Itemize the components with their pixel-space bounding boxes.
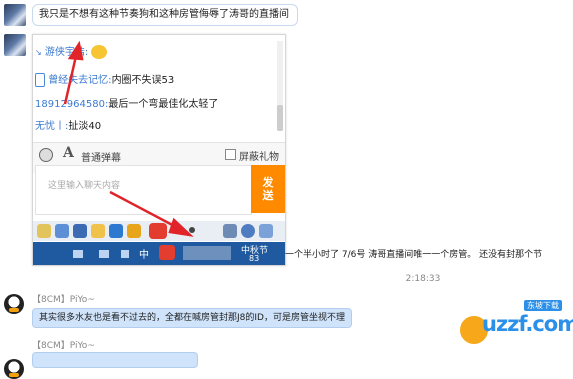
sender-avatar[interactable] (4, 294, 24, 314)
message-bubble (32, 352, 198, 368)
chat-username: 曾经失去记忆: (48, 75, 112, 86)
watermark-logo: uzzf.com 东坡下载 (458, 300, 573, 346)
tool-icon-bar (33, 221, 285, 241)
emoji-icon[interactable] (39, 148, 53, 162)
chat-line: 无忧丨:扯淡40 (35, 117, 101, 132)
message-bubble: 我只是不想有这种节奏狗和这种房管侮辱了涛哥的直播间 (32, 4, 298, 26)
message-text: 我只是不想有这种节奏狗和这种房管侮辱了涛哥的直播间 (39, 9, 289, 20)
chat-line: 曾经失去记忆:内圈不失误53 (35, 71, 174, 87)
taskbar: 中 中秋节 83 (33, 242, 285, 265)
chat-username: 18912964580: (35, 99, 109, 110)
app-icon[interactable] (127, 224, 141, 238)
sender-name: 【8CM】PiYo~ (32, 341, 95, 351)
block-gift-checkbox[interactable] (225, 149, 236, 160)
keyboard-icon[interactable] (223, 224, 237, 238)
watermark-tag: 东坡下载 (524, 300, 562, 311)
chat-line: ↘ 游侠宇浩: (35, 43, 108, 59)
chat-username: 游侠宇浩: (44, 47, 89, 58)
shirt-icon[interactable] (259, 224, 273, 238)
chat-text: 最后一个弯最佳化太轻了 (108, 99, 219, 110)
send-button[interactable]: 发送 (251, 165, 285, 213)
send-button-label: 发送 (262, 176, 274, 202)
phone-icon (35, 73, 45, 87)
block-gift-label: 屏蔽礼物 (239, 152, 279, 163)
volume-icon (121, 250, 129, 258)
sender-name: 【8CM】PiYo~ (32, 295, 95, 305)
message-text: 其实很多水友也是看不过去的，全都在喊房管封那J8的ID，可是房管坐视不理 (39, 313, 345, 323)
gold-face-icon (91, 45, 108, 59)
chat-text: 内圈不失误53 (111, 75, 175, 86)
dot-icon[interactable] (189, 227, 195, 233)
danmu-mode-label[interactable]: 普通弹幕 (81, 149, 121, 164)
chat-text: 扯淡40 (68, 121, 102, 132)
moon-icon[interactable] (173, 224, 183, 234)
watermark-brand: uzzf.com (482, 312, 573, 336)
sender-avatar[interactable] (4, 34, 26, 56)
message-bubble: 其实很多水友也是看不过去的，全都在喊房管封那J8的ID，可是房管坐视不理 (32, 308, 352, 328)
signal-icon (73, 250, 83, 258)
sender-avatar[interactable] (4, 4, 26, 26)
blurred-region (183, 246, 231, 260)
date-num: 83 (249, 254, 260, 263)
app-icon[interactable] (37, 224, 51, 238)
chat-line: 18912964580:最后一个弯最佳化太轻了 (35, 95, 218, 110)
sogou-tray-icon[interactable] (159, 245, 175, 260)
app-icon[interactable] (109, 224, 123, 238)
timestamp: 2:18:33 (405, 274, 441, 284)
user-icon[interactable] (241, 224, 255, 238)
sogou-input-icon[interactable] (149, 223, 167, 239)
app-icon[interactable] (91, 224, 105, 238)
battery-icon (99, 250, 109, 258)
app-icon[interactable] (55, 224, 69, 238)
sender-avatar[interactable] (4, 359, 24, 379)
chat-input-placeholder: 这里输入聊天内容 (48, 181, 121, 191)
chat-username: 无忧丨: (35, 121, 69, 132)
message-tail-text: 一个半小时了 7/6号 涛哥直播间唯一一个房管。 还没有封那个节 (285, 250, 543, 260)
app-icon[interactable] (73, 224, 87, 238)
ime-indicator[interactable]: 中 (139, 246, 149, 261)
font-icon[interactable]: A (63, 145, 74, 161)
scrollbar-thumb[interactable] (277, 105, 283, 131)
chat-input[interactable]: 这里输入聊天内容 (35, 165, 252, 215)
embedded-screenshot[interactable]: ↘ 游侠宇浩: 曾经失去记忆:内圈不失误53 18912964580:最后一个弯… (32, 34, 286, 266)
